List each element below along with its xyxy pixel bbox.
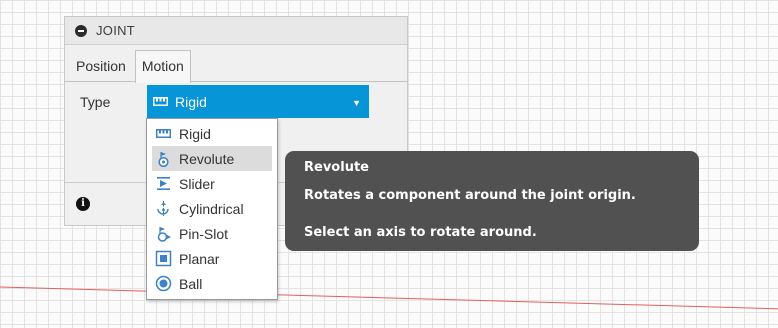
menu-item-label: Pin-Slot [179,225,229,242]
collapse-icon[interactable] [75,24,87,37]
joint-type-menu: Rigid Revolute Slider Cylindrical Pin-Sl… [146,118,278,300]
ball-icon [155,275,172,292]
dialog-header: JOINT [65,17,407,45]
chevron-down-icon: ▼ [352,98,361,108]
menu-item-pin-slot[interactable]: Pin-Slot [152,221,272,246]
cylindrical-icon [157,201,169,216]
menu-item-label: Slider [179,175,215,192]
tooltip-instruction: Select an axis to rotate around. [304,225,537,240]
menu-item-label: Planar [179,250,220,267]
menu-item-label: Cylindrical [179,200,244,217]
menu-item-planar[interactable]: Planar [152,246,272,271]
revolute-tooltip: Revolute Rotates a component around the … [285,151,699,251]
dialog-title: JOINT [96,23,136,38]
planar-icon [155,250,172,267]
red-axis-line [0,286,778,311]
menu-item-rigid[interactable]: Rigid [152,121,272,146]
pin-slot-icon [157,227,171,242]
tab-motion[interactable]: Motion [134,50,191,83]
rigid-icon [156,129,171,138]
menu-item-ball[interactable]: Ball [152,271,272,296]
menu-item-cylindrical[interactable]: Cylindrical [152,196,272,221]
tab-bar: Position Motion [65,45,407,83]
menu-item-slider[interactable]: Slider [152,171,272,196]
slider-icon [157,177,170,190]
tab-position[interactable]: Position [69,50,133,82]
menu-item-revolute[interactable]: Revolute [152,146,272,171]
menu-item-label: Ball [179,275,203,292]
revolute-icon [158,152,169,167]
menu-item-label: Revolute [179,150,235,167]
tooltip-description: Rotates a component around the joint ori… [304,188,636,203]
menu-item-label: Rigid [179,125,211,142]
rigid-icon [153,97,168,106]
selected-type-value: Rigid [175,93,207,110]
type-label: Type [80,94,111,110]
tooltip-title: Revolute [304,160,369,175]
type-dropdown[interactable]: Rigid ▼ [147,85,369,118]
info-icon[interactable]: i [76,197,90,211]
